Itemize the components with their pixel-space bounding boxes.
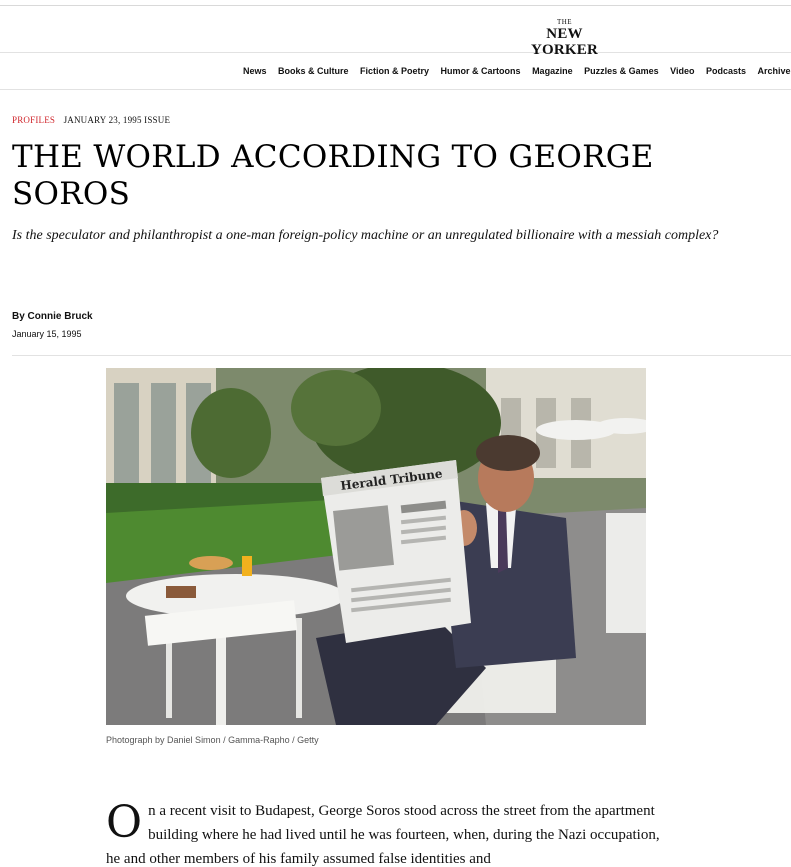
body-paragraph: n a recent visit to Budapest, George Sor… (106, 803, 660, 867)
nav-item-magazine[interactable]: Magazine (532, 66, 573, 76)
main-navigation: News Books & Culture Fiction & Poetry Hu… (0, 54, 791, 90)
byline: By Connie Bruck (12, 311, 93, 322)
nav-item-puzzles-games[interactable]: Puzzles & Games (584, 66, 659, 76)
article-dek: Is the speculator and philanthropist a o… (12, 228, 719, 243)
lead-photo-illustration: Herald Tribune (106, 368, 646, 725)
nav-item-fiction-poetry[interactable]: Fiction & Poetry (360, 66, 429, 76)
article-body: O n a recent visit to Budapest, George S… (106, 799, 666, 867)
author-link[interactable]: By Connie Bruck (12, 311, 93, 322)
article-headline: The World According to George Soros (12, 139, 654, 212)
masthead: THE NEW YORKER (0, 6, 791, 58)
issue-link[interactable]: January 23, 1995 Issue (64, 115, 171, 125)
nav-item-humor-cartoons[interactable]: Humor & Cartoons (441, 66, 521, 76)
lead-photo: Herald Tribune (106, 368, 646, 725)
section-link[interactable]: Profiles (12, 115, 55, 125)
article-rubric: Profiles January 23, 1995 Issue (12, 115, 170, 125)
nav-item-podcasts[interactable]: Podcasts (706, 66, 746, 76)
new-yorker-logo[interactable]: THE NEW YORKER (517, 18, 612, 59)
nav-item-video[interactable]: Video (670, 66, 694, 76)
nav-item-books-culture[interactable]: Books & Culture (278, 66, 349, 76)
nav-item-news[interactable]: News (243, 66, 267, 76)
photo-caption: Photograph by Daniel Simon / Gamma-Rapho… (106, 735, 319, 745)
drop-cap: O (106, 797, 143, 848)
logo-the: THE (556, 18, 573, 26)
nav-item-archive[interactable]: Archive (757, 66, 790, 76)
publish-date: January 15, 1995 (12, 329, 82, 339)
header-divider (12, 355, 791, 356)
nav-list: News Books & Culture Fiction & Poetry Hu… (243, 66, 791, 76)
